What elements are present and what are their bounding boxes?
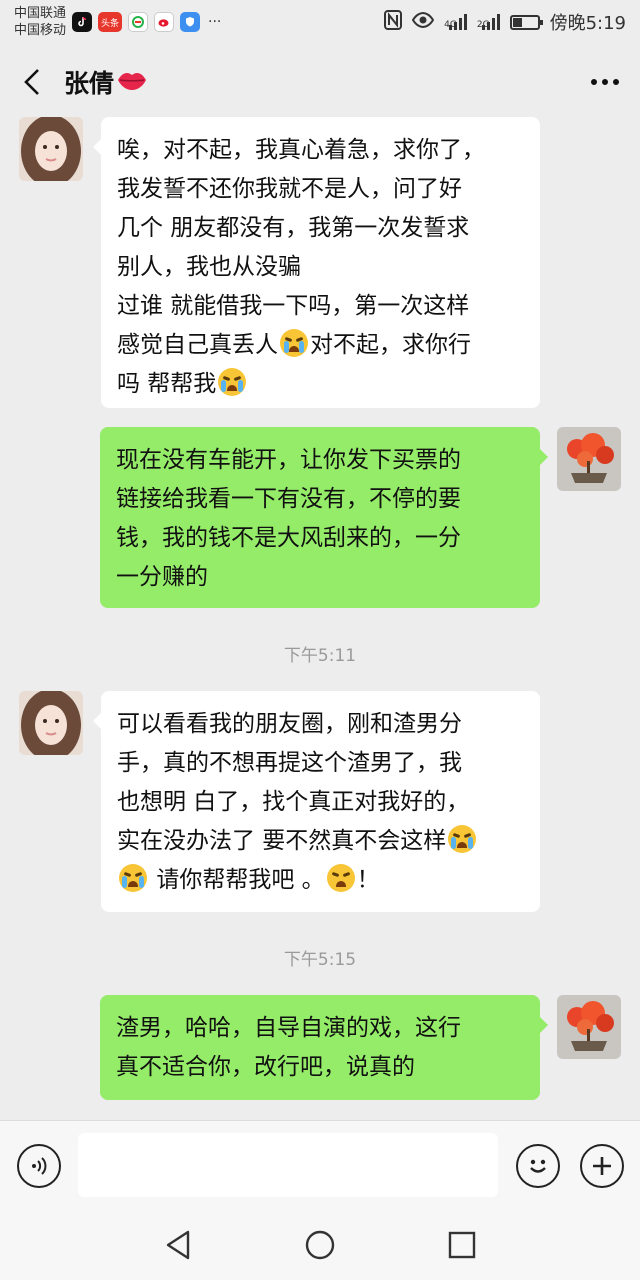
sobbing-face-icon [119,864,147,892]
message-line: 感觉自己真丢人 对不起，求你行 [117,326,524,365]
message-text: 也想明 白了，找个真正对我好的， [117,789,470,815]
message-text: 几个 朋友都没有，我第一次发誓求 [117,215,470,241]
signal-bars-icon [448,14,467,30]
app-green-icon [128,12,149,32]
message-text: 渣男，哈哈，自导自演的戏，这行 [116,1015,461,1041]
message-text: 实在没办法了 要不然真不会这样 [117,828,447,854]
sobbing-face-icon [448,825,477,853]
chat-header: 张倩 [0,44,640,120]
message-input[interactable] [78,1133,498,1197]
chevron-left-icon [24,69,39,95]
message-text: 链接给我看一下有没有，不停的要 [116,486,461,512]
nav-recents-icon [448,1231,476,1259]
toutiao-label: 头条 [101,18,120,29]
nav-recents-button[interactable] [444,1227,480,1263]
emoji-button[interactable] [516,1144,560,1188]
status-bar: 中国联通 中国移动 头条 ··· 4G [0,0,640,44]
message-text: 别人，我也从没骗 [117,254,301,280]
voice-icon [32,1157,47,1175]
plus-icon [593,1157,611,1175]
message-received: 唉，对不起，我真心着急，求你了， 我发誓不还你我就不是人，问了好 几个 朋友都没… [0,117,640,412]
message-text: 手，真的不想再提这个渣男了，我 [117,750,462,776]
contact-name: 张倩 [64,69,115,98]
signal-bars-icon [481,14,500,30]
message-line: 实在没办法了 要不然真不会这样 [117,822,524,861]
message-text: 过谁 就能借我一下吗，第一次这样 [117,293,470,319]
contact-avatar[interactable] [19,117,83,181]
nfc-icon [384,9,403,35]
message-bubble[interactable]: 可以看看我的朋友圈，刚和渣男分 手，真的不想再提这个渣男了，我 也想明 白了，找… [93,691,540,912]
toutiao-icon: 头条 [98,12,123,32]
status-app-icons: 头条 ··· [72,12,221,32]
message-text: 请你帮帮我吧 。 [156,867,325,893]
message-text: 真不适合你，改行吧，说真的 [116,1054,415,1080]
battery-icon [509,14,543,30]
carrier-1: 中国联通 [14,6,67,21]
message-text: 对不起，求你行 [310,332,471,358]
my-avatar[interactable] [557,995,621,1059]
message-sent: 现在没有车能开，让你发下买票的 链接给我看一下有没有，不停的要 钱，我的钱不是大… [0,427,640,609]
nav-home-button[interactable] [302,1227,338,1263]
message-text: 唉，对不起，我真心着急，求你了， [117,137,485,163]
status-time: 傍晚5:19 [549,13,626,34]
my-avatar[interactable] [557,427,621,491]
eye-comfort-icon [412,11,435,33]
voice-button[interactable] [17,1144,61,1188]
contact-avatar[interactable] [19,691,83,755]
message-text: 感觉自己真丢人 [117,332,278,358]
chat-title: 张倩 [64,64,148,100]
message-bubble[interactable]: 渣男，哈哈，自导自演的戏，这行 真不适合你，改行吧，说真的 [100,995,548,1100]
message-text: ！ [356,867,380,893]
nav-back-icon [166,1230,190,1260]
lips-icon [116,68,148,97]
pleading-face-icon [326,864,355,892]
tiktok-icon [72,12,93,32]
back-button[interactable] [0,44,64,120]
system-nav-bar [0,1210,640,1280]
message-timestamp: 下午5:11 [283,646,357,666]
status-overflow: ··· [208,14,222,30]
message-text: 现在没有车能开，让你发下买票的 [116,447,461,473]
message-text: 可以看看我的朋友圈，刚和渣男分 [117,711,462,737]
carrier-2: 中国移动 [14,23,67,38]
message-text: 我发誓不还你我就不是人，问了好 [117,176,462,202]
message-line: 请你帮帮我吧 。 ！ [117,861,524,900]
message-sent: 渣男，哈哈，自导自演的戏，这行 真不适合你，改行吧，说真的 [0,995,640,1101]
signal-sim2: 2G [477,14,500,30]
message-bubble[interactable]: 现在没有车能开，让你发下买票的 链接给我看一下有没有，不停的要 钱，我的钱不是大… [100,427,548,608]
more-dots-icon [591,79,619,85]
message-text: 吗 帮帮我 [117,371,217,397]
shield-app-icon [180,12,201,32]
sobbing-face-icon [218,368,247,396]
status-indicators: 4G 2G 傍晚5:19 [384,9,626,35]
emoji-icon [530,1159,546,1173]
weibo-icon [154,12,175,32]
nav-home-icon [305,1230,335,1260]
chat-input-bar [0,1120,640,1210]
nav-back-button[interactable] [160,1227,196,1263]
message-text: 钱，我的钱不是大风刮来的，一分 [116,525,461,551]
message-timestamp: 下午5:15 [283,950,357,970]
more-options-button[interactable] [570,44,640,120]
carrier-labels: 中国联通 中国移动 [14,5,66,39]
message-bubble[interactable]: 唉，对不起，我真心着急，求你了， 我发誓不还你我就不是人，问了好 几个 朋友都没… [93,117,540,408]
crying-face-icon [280,329,308,357]
signal-sim1: 4G [444,14,467,30]
message-line: 吗 帮帮我 [117,365,524,404]
message-text: 一分赚的 [116,564,208,590]
more-functions-button[interactable] [580,1144,624,1188]
message-received: 可以看看我的朋友圈，刚和渣男分 手，真的不想再提这个渣男了，我 也想明 白了，找… [0,691,640,913]
